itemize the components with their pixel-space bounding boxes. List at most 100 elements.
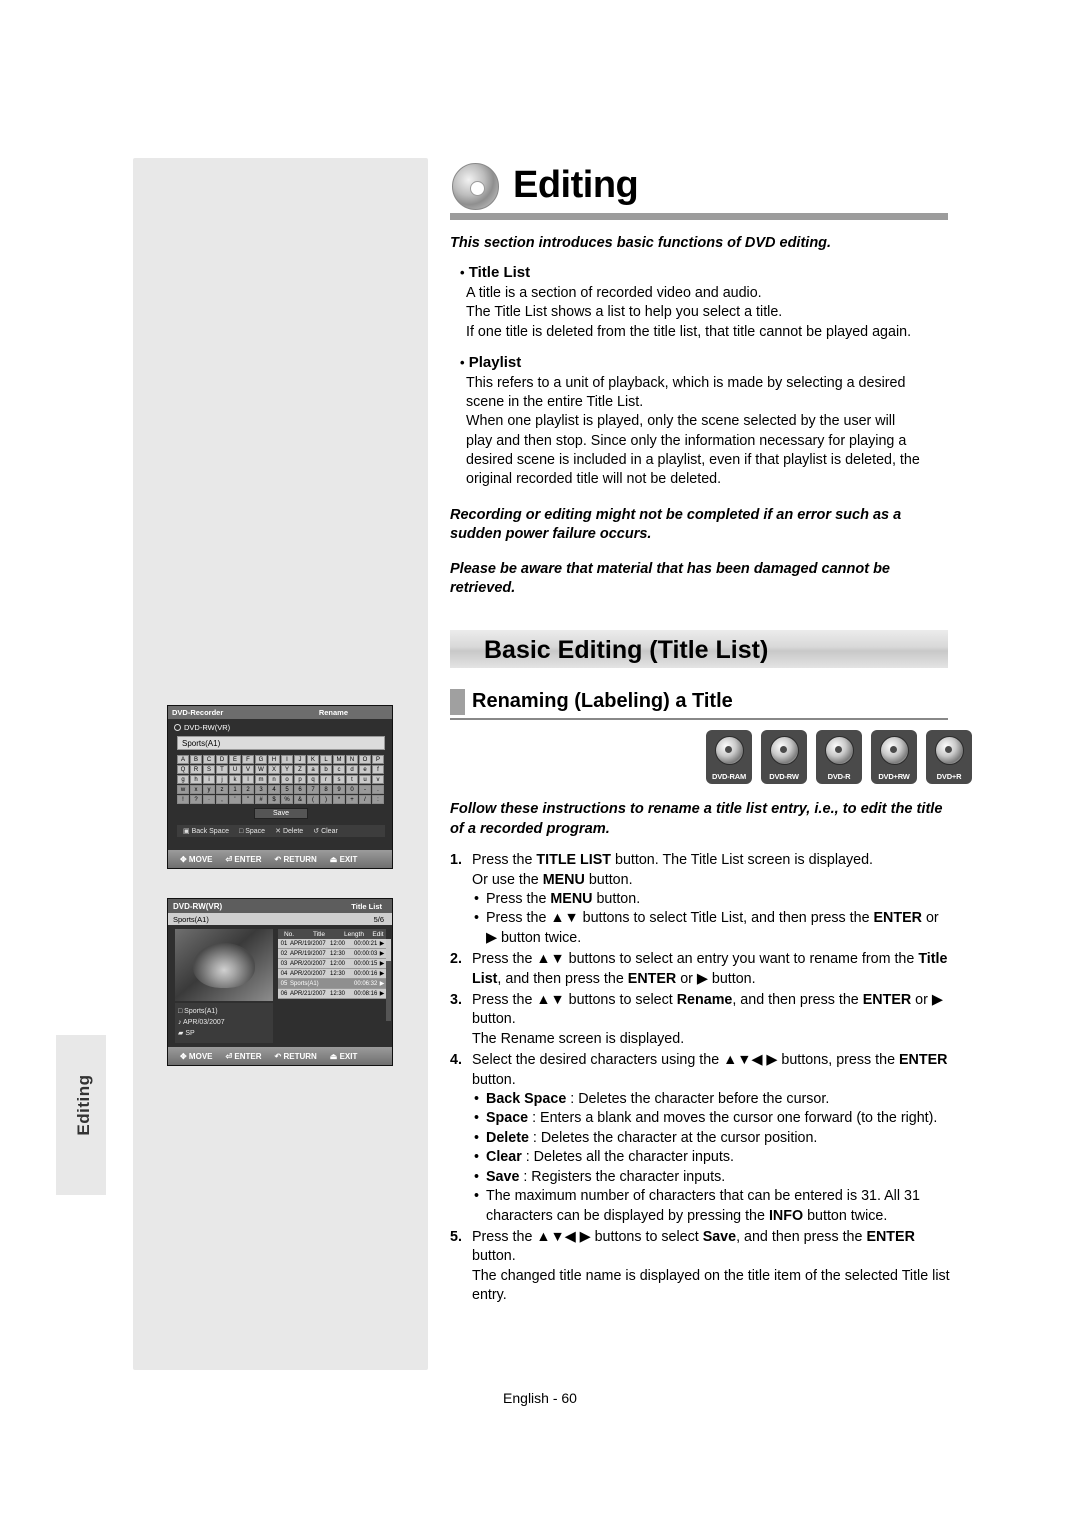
keyboard-key[interactable]: & bbox=[294, 795, 306, 804]
keyboard-key[interactable]: ! bbox=[177, 795, 189, 804]
keyboard-key[interactable]: % bbox=[281, 795, 293, 804]
keyboard-key[interactable]: o bbox=[281, 775, 293, 784]
keyboard-key[interactable]: M bbox=[333, 755, 345, 764]
keyboard-key[interactable]: J bbox=[294, 755, 306, 764]
osd-function-delete[interactable]: ✕ Delete bbox=[275, 827, 303, 835]
keyboard-key[interactable]: I bbox=[281, 755, 293, 764]
osd-function-bar[interactable]: ▣ Back Space □ Space ✕ Delete ↺ Clear bbox=[177, 825, 385, 837]
keyboard-key[interactable]: + bbox=[346, 795, 358, 804]
keyboard-key[interactable]: 0 bbox=[346, 785, 358, 794]
keyboard-key[interactable]: q bbox=[307, 775, 319, 784]
keyboard-key[interactable]: 9 bbox=[333, 785, 345, 794]
osd-function-space[interactable]: □ Space bbox=[239, 828, 265, 835]
row-edit-icon[interactable]: ▶ bbox=[378, 960, 386, 967]
keyboard-key[interactable]: L bbox=[320, 755, 332, 764]
keyboard-key[interactable]: p bbox=[294, 775, 306, 784]
row-edit-icon[interactable]: ▶ bbox=[378, 970, 386, 977]
keyboard-key[interactable]: u bbox=[359, 775, 371, 784]
osd-save-button[interactable]: Save bbox=[254, 808, 308, 819]
keyboard-key[interactable]: $ bbox=[268, 795, 280, 804]
keyboard-key[interactable]: F bbox=[242, 755, 254, 764]
keyboard-key[interactable]: 2 bbox=[242, 785, 254, 794]
keyboard-key[interactable]: - bbox=[359, 785, 371, 794]
keyboard-key[interactable]: d bbox=[346, 765, 358, 774]
keyboard-key[interactable]: n bbox=[268, 775, 280, 784]
keyboard-key[interactable]: W bbox=[255, 765, 267, 774]
keyboard-key[interactable]: b bbox=[320, 765, 332, 774]
osd-rename-text-field[interactable]: Sports(A1) bbox=[177, 736, 385, 750]
keyboard-key[interactable]: k bbox=[229, 775, 241, 784]
keyboard-key[interactable]: · bbox=[203, 795, 215, 804]
keyboard-key[interactable]: j bbox=[216, 775, 228, 784]
keyboard-key[interactable]: N bbox=[346, 755, 358, 764]
keyboard-key[interactable]: l bbox=[242, 775, 254, 784]
row-edit-icon[interactable]: ▶ bbox=[378, 950, 386, 957]
keyboard-key[interactable]: Y bbox=[281, 765, 293, 774]
keyboard-key[interactable]: V bbox=[242, 765, 254, 774]
keyboard-key[interactable]: 4 bbox=[268, 785, 280, 794]
osd-onscreen-keyboard[interactable]: ABCDEFGHIJKLMNOPQRSTUVWXYZabcdefghijklmn… bbox=[177, 755, 385, 805]
keyboard-key[interactable]: X bbox=[268, 765, 280, 774]
keyboard-key[interactable]: r bbox=[320, 775, 332, 784]
keyboard-key[interactable]: 3 bbox=[255, 785, 267, 794]
keyboard-key[interactable]: f bbox=[372, 765, 384, 774]
keyboard-key[interactable]: h bbox=[190, 775, 202, 784]
keyboard-key[interactable]: z bbox=[216, 785, 228, 794]
keyboard-key[interactable]: a bbox=[307, 765, 319, 774]
keyboard-key[interactable]: ) bbox=[320, 795, 332, 804]
keyboard-key[interactable]: / bbox=[359, 795, 371, 804]
keyboard-key[interactable]: ' bbox=[229, 795, 241, 804]
osd-function-back-space[interactable]: ▣ Back Space bbox=[183, 827, 229, 835]
row-edit-icon[interactable]: ▶ bbox=[378, 980, 386, 987]
keyboard-key[interactable]: Z bbox=[294, 765, 306, 774]
keyboard-key[interactable]: : bbox=[372, 795, 384, 804]
keyboard-key[interactable]: H bbox=[268, 755, 280, 764]
keyboard-key[interactable]: Q bbox=[177, 765, 189, 774]
osd-title-row[interactable]: 02 APR/19/2007 12:30 00:00:03 ▶ bbox=[278, 949, 386, 959]
osd-title-row[interactable]: 01 APR/19/2007 12:00 00:00:21 ▶ bbox=[278, 939, 386, 949]
row-edit-icon[interactable]: ▶ bbox=[378, 990, 386, 997]
keyboard-key[interactable]: ? bbox=[190, 795, 202, 804]
keyboard-key[interactable]: P bbox=[372, 755, 384, 764]
keyboard-key[interactable]: T bbox=[216, 765, 228, 774]
osd-title-row[interactable]: 04 APR/20/2007 12:30 00:00:16 ▶ bbox=[278, 969, 386, 979]
osd-title-row[interactable]: 05 Sports(A1) 00:06:32 ▶ bbox=[278, 979, 386, 989]
keyboard-key[interactable]: S bbox=[203, 765, 215, 774]
keyboard-key[interactable]: . bbox=[372, 785, 384, 794]
osd-function-clear[interactable]: ↺ Clear bbox=[313, 827, 338, 835]
keyboard-key[interactable]: 1 bbox=[229, 785, 241, 794]
keyboard-key[interactable]: 5 bbox=[281, 785, 293, 794]
keyboard-key[interactable]: E bbox=[229, 755, 241, 764]
keyboard-key[interactable]: R bbox=[190, 765, 202, 774]
keyboard-key[interactable]: t bbox=[346, 775, 358, 784]
keyboard-key[interactable]: w bbox=[177, 785, 189, 794]
keyboard-key[interactable]: B bbox=[190, 755, 202, 764]
keyboard-key[interactable]: O bbox=[359, 755, 371, 764]
row-edit-icon[interactable]: ▶ bbox=[378, 940, 386, 947]
keyboard-key[interactable]: m bbox=[255, 775, 267, 784]
keyboard-key[interactable]: A bbox=[177, 755, 189, 764]
osd-titlelist-rows[interactable]: 01 APR/19/2007 12:00 00:00:21 ▶ 02 APR/19/2007… bbox=[278, 939, 386, 999]
osd-title-row[interactable]: 06 APR/21/2007 12:30 00:08:16 ▶ bbox=[278, 989, 386, 999]
keyboard-key[interactable]: 7 bbox=[307, 785, 319, 794]
keyboard-key[interactable]: x bbox=[190, 785, 202, 794]
keyboard-key[interactable]: e bbox=[359, 765, 371, 774]
keyboard-key[interactable]: U bbox=[229, 765, 241, 774]
keyboard-key[interactable]: g bbox=[177, 775, 189, 784]
keyboard-key[interactable]: v bbox=[372, 775, 384, 784]
keyboard-key[interactable]: 6 bbox=[294, 785, 306, 794]
keyboard-key[interactable]: # bbox=[255, 795, 267, 804]
keyboard-key[interactable]: " bbox=[242, 795, 254, 804]
keyboard-key[interactable]: s bbox=[333, 775, 345, 784]
keyboard-key[interactable]: c bbox=[333, 765, 345, 774]
keyboard-key[interactable]: y bbox=[203, 785, 215, 794]
keyboard-key[interactable]: D bbox=[216, 755, 228, 764]
keyboard-key[interactable]: G bbox=[255, 755, 267, 764]
keyboard-key[interactable]: 8 bbox=[320, 785, 332, 794]
keyboard-key[interactable]: * bbox=[333, 795, 345, 804]
osd-title-row[interactable]: 03 APR/20/2007 12:00 00:00:15 ▶ bbox=[278, 959, 386, 969]
osd-titlelist-scrollbar[interactable] bbox=[386, 939, 391, 1021]
keyboard-key[interactable]: ( bbox=[307, 795, 319, 804]
keyboard-key[interactable]: i bbox=[203, 775, 215, 784]
keyboard-key[interactable]: , bbox=[216, 795, 228, 804]
